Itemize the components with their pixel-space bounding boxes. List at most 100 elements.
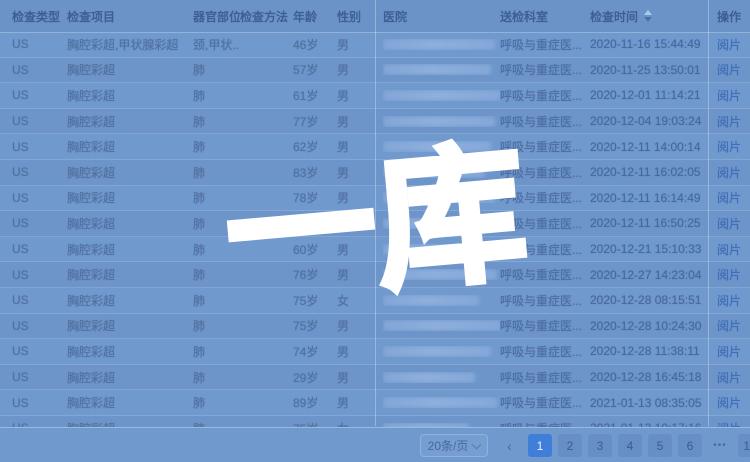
view-images-link[interactable]: 阅片 bbox=[717, 243, 741, 257]
cell-exam-item: 胸腔彩超 bbox=[67, 138, 193, 155]
cell-age: 46岁 bbox=[293, 36, 337, 53]
cell-exam-time: 2020-12-04 19:03:24 bbox=[590, 114, 717, 128]
view-images-link[interactable]: 阅片 bbox=[717, 166, 741, 180]
exam-time-header-label: 检查时间 bbox=[590, 8, 638, 25]
view-images-link[interactable]: 阅片 bbox=[717, 63, 741, 77]
pager-page-2[interactable]: 2 bbox=[558, 434, 582, 457]
cell-department: 呼吸与重症医... bbox=[500, 241, 590, 258]
cell-gender: 男 bbox=[337, 369, 383, 386]
cell-action: 阅片 bbox=[717, 369, 750, 386]
view-images-link[interactable]: 阅片 bbox=[717, 217, 741, 231]
cell-hospital bbox=[383, 64, 500, 75]
cell-hospital bbox=[383, 90, 500, 101]
col-header-exam-item: 检查项目 bbox=[67, 8, 193, 25]
cell-organ: 肺 bbox=[193, 113, 240, 130]
sort-caret-icon bbox=[644, 10, 652, 22]
pager-page-1[interactable]: 1 bbox=[528, 434, 552, 457]
view-images-link[interactable]: 阅片 bbox=[717, 38, 741, 52]
cell-department: 呼吸与重症医... bbox=[500, 113, 590, 130]
hospital-redacted-block bbox=[383, 346, 491, 357]
pager-page-5[interactable]: 5 bbox=[648, 434, 672, 457]
hospital-redacted-block bbox=[383, 64, 491, 75]
cell-action: 阅片 bbox=[717, 61, 750, 78]
pager-ellipsis[interactable]: ••• bbox=[708, 434, 732, 457]
col-header-exam-time[interactable]: 检查时间 bbox=[590, 8, 717, 25]
cell-exam-type: US bbox=[12, 242, 67, 256]
pager-page-16[interactable]: 16 bbox=[738, 434, 750, 457]
cell-action: 阅片 bbox=[717, 138, 750, 155]
view-images-link[interactable]: 阅片 bbox=[717, 268, 741, 282]
cell-hospital bbox=[383, 397, 500, 408]
cell-exam-type: US bbox=[12, 191, 67, 205]
cell-exam-type: US bbox=[12, 37, 67, 51]
hospital-redacted-block bbox=[383, 218, 489, 229]
cell-exam-item: 胸腔彩超 bbox=[67, 189, 193, 206]
cell-action: 阅片 bbox=[717, 241, 750, 258]
col-header-department: 送检科室 bbox=[500, 8, 590, 25]
cell-hospital bbox=[383, 269, 500, 280]
cell-action: 阅片 bbox=[717, 87, 750, 104]
cell-age: 61岁 bbox=[293, 87, 337, 104]
hospital-redacted-block bbox=[383, 141, 491, 152]
col-header-age: 年龄 bbox=[293, 8, 337, 25]
view-images-link[interactable]: 阅片 bbox=[717, 89, 741, 103]
view-images-link[interactable]: 阅片 bbox=[717, 294, 741, 308]
cell-age: 76岁 bbox=[293, 266, 337, 283]
view-images-link[interactable]: 阅片 bbox=[717, 191, 741, 205]
view-images-link[interactable]: 阅片 bbox=[717, 345, 741, 359]
view-images-link[interactable]: 阅片 bbox=[717, 371, 741, 385]
chevron-down-icon bbox=[472, 439, 482, 449]
cell-organ: 肺 bbox=[193, 138, 240, 155]
cell-age: 75岁 bbox=[293, 292, 337, 309]
cell-exam-time: 2020-12-21 15:10:33 bbox=[590, 242, 717, 256]
cell-exam-time: 2020-12-28 16:45:18 bbox=[590, 370, 717, 384]
cell-exam-item: 胸腔彩超 bbox=[67, 343, 193, 360]
hospital-redacted-block bbox=[383, 116, 495, 127]
cell-age: 89岁 bbox=[293, 394, 337, 411]
pager-page-6[interactable]: 6 bbox=[678, 434, 702, 457]
cell-gender: 男 bbox=[337, 61, 383, 78]
cell-hospital bbox=[383, 116, 500, 127]
view-images-link[interactable]: 阅片 bbox=[717, 396, 741, 410]
cell-exam-type: US bbox=[12, 268, 67, 282]
hospital-redacted-block bbox=[383, 320, 500, 331]
cell-organ: 肺 bbox=[193, 164, 240, 181]
cell-action: 阅片 bbox=[717, 317, 750, 334]
cell-exam-item: 胸腔彩超 bbox=[67, 164, 193, 181]
prev-page-button[interactable]: ‹ bbox=[498, 434, 521, 457]
cell-hospital bbox=[383, 372, 500, 383]
sort-desc-icon bbox=[644, 17, 652, 22]
view-images-link[interactable]: 阅片 bbox=[717, 319, 741, 333]
cell-exam-time: 2020-12-11 16:02:05 bbox=[590, 165, 717, 179]
cell-organ: 肺 bbox=[193, 61, 240, 78]
cell-action: 阅片 bbox=[717, 292, 750, 309]
cell-age: 60岁 bbox=[293, 241, 337, 258]
pager-page-3[interactable]: 3 bbox=[588, 434, 612, 457]
pagination-bar: 20条/页 ‹ 123456 ••• 16 bbox=[0, 427, 750, 462]
cell-exam-type: US bbox=[12, 370, 67, 384]
col-header-actions: 操作 bbox=[717, 8, 750, 25]
cell-action: 阅片 bbox=[717, 266, 750, 283]
hospital-redacted-block bbox=[383, 244, 479, 255]
cell-gender: 男 bbox=[337, 189, 383, 206]
cell-organ: 肺 bbox=[193, 317, 240, 334]
page-size-select[interactable]: 20条/页 bbox=[420, 434, 488, 457]
cell-exam-time: 2020-12-28 11:38:11 bbox=[590, 344, 717, 358]
cell-exam-time: 2020-12-28 10:24:30 bbox=[590, 319, 717, 333]
cell-hospital bbox=[383, 39, 500, 50]
cell-organ: 肺 bbox=[193, 266, 240, 283]
cell-exam-item: 胸腔彩超 bbox=[67, 241, 193, 258]
cell-action: 阅片 bbox=[717, 36, 750, 53]
cell-action: 阅片 bbox=[717, 394, 750, 411]
cell-organ: 肺 bbox=[193, 215, 240, 232]
col-header-hospital: 医院 bbox=[383, 8, 500, 25]
cell-gender: 男 bbox=[337, 87, 383, 104]
cell-exam-type: US bbox=[12, 165, 67, 179]
cell-gender: 男 bbox=[337, 266, 383, 283]
column-divider-left bbox=[375, 0, 376, 426]
view-images-link[interactable]: 阅片 bbox=[717, 115, 741, 129]
cell-exam-time: 2020-12-27 14:23:04 bbox=[590, 268, 717, 282]
pager-page-4[interactable]: 4 bbox=[618, 434, 642, 457]
col-header-organ: 器官部位 bbox=[193, 8, 240, 25]
view-images-link[interactable]: 阅片 bbox=[717, 140, 741, 154]
